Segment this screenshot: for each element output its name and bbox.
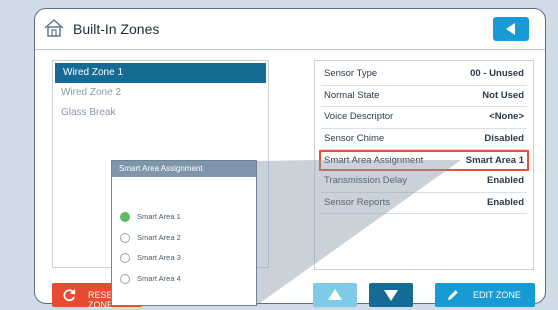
setting-label: Transmission Delay bbox=[324, 175, 408, 186]
option-label: Smart Area 2 bbox=[137, 232, 181, 242]
smart-area-assignment-popup: Smart Area Assignment Smart Area 1 Smart… bbox=[111, 160, 257, 306]
zone-item-wired-zone-1[interactable]: Wired Zone 1 bbox=[55, 63, 266, 83]
setting-row-voice-descriptor[interactable]: Voice Descriptor <None> bbox=[321, 107, 527, 129]
home-icon[interactable] bbox=[43, 18, 65, 38]
zone-item-wired-zone-2[interactable]: Wired Zone 2 bbox=[53, 83, 268, 103]
setting-label: Sensor Type bbox=[324, 68, 378, 79]
move-down-button[interactable] bbox=[369, 283, 413, 307]
back-arrow-icon bbox=[506, 23, 515, 35]
setting-row-transmission-delay[interactable]: Transmission Delay Enabled bbox=[321, 171, 527, 193]
setting-label: Normal State bbox=[324, 89, 380, 101]
edit-zone-button[interactable]: EDIT ZONE bbox=[435, 283, 535, 307]
option-label: Smart Area 4 bbox=[137, 273, 181, 283]
setting-value: 00 - Unused bbox=[470, 68, 524, 79]
setting-label: Smart Area Assignment bbox=[324, 155, 424, 166]
header: Built-In Zones bbox=[35, 9, 545, 50]
edit-zone-label: EDIT ZONE bbox=[473, 290, 521, 300]
popup-title: Smart Area Assignment bbox=[112, 161, 256, 177]
arrow-up-icon bbox=[328, 289, 342, 300]
setting-row-sensor-chime[interactable]: Sensor Chime Disabled bbox=[321, 129, 527, 150]
radio-selected-icon[interactable] bbox=[120, 212, 130, 222]
option-label: Smart Area 3 bbox=[137, 253, 181, 262]
page-title: Built-In Zones bbox=[73, 21, 160, 37]
setting-label: Sensor Chime bbox=[324, 132, 385, 144]
radio-icon[interactable] bbox=[120, 273, 130, 284]
setting-value: Smart Area 1 bbox=[465, 155, 524, 166]
setting-row-smart-area-assignment[interactable]: Smart Area Assignment Smart Area 1 bbox=[319, 150, 529, 171]
move-up-button[interactable] bbox=[313, 283, 357, 307]
setting-value: Enabled bbox=[487, 196, 524, 208]
setting-value: <None> bbox=[489, 111, 524, 122]
setting-value: Not Used bbox=[482, 89, 524, 101]
pencil-icon bbox=[448, 290, 458, 300]
setting-label: Voice Descriptor bbox=[324, 111, 394, 122]
setting-value: Enabled bbox=[487, 175, 524, 186]
reset-icon bbox=[63, 289, 76, 302]
radio-icon[interactable] bbox=[120, 253, 130, 263]
setting-row-sensor-type[interactable]: Sensor Type 00 - Unused bbox=[321, 64, 527, 86]
setting-row-normal-state[interactable]: Normal State Not Used bbox=[321, 86, 527, 107]
zone-item-glass-break[interactable]: Glass Break bbox=[53, 103, 268, 123]
option-label: Smart Area 1 bbox=[137, 212, 181, 221]
sensor-settings-list: Sensor Type 00 - Unused Normal State Not… bbox=[314, 60, 534, 270]
radio-icon[interactable] bbox=[120, 232, 130, 243]
arrow-down-icon bbox=[384, 290, 398, 301]
back-button[interactable] bbox=[493, 17, 529, 41]
setting-value: Disabled bbox=[484, 132, 524, 144]
setting-label: Sensor Reports bbox=[324, 196, 391, 208]
setting-row-sensor-reports[interactable]: Sensor Reports Enabled bbox=[321, 193, 527, 214]
